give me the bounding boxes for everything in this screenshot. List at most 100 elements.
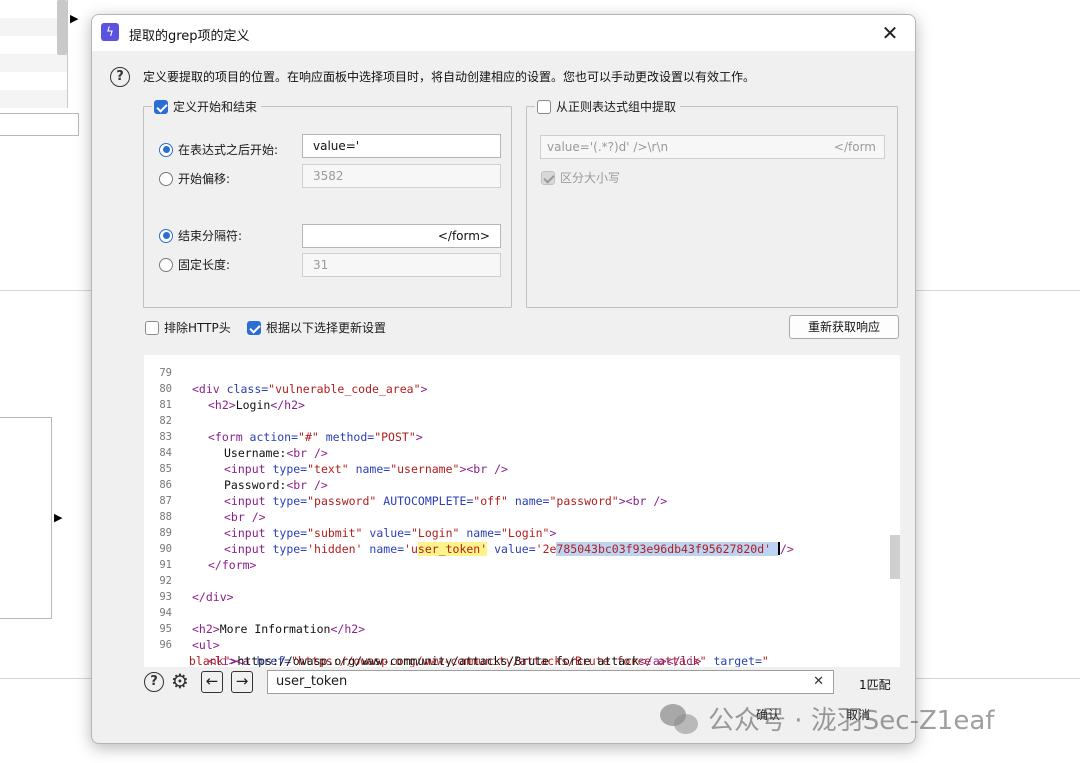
exclude-http-headers-checkbox[interactable]	[145, 320, 159, 335]
code-line: 91	[144, 541, 186, 571]
next-match-arrow-icon[interactable]: →	[231, 671, 253, 693]
background-input[interactable]	[0, 113, 79, 136]
end-delimiter-option[interactable]: 结束分隔符:	[159, 227, 242, 244]
code-line: 92 </div>	[144, 557, 233, 604]
background-panel	[0, 417, 52, 619]
code-text: </div>	[192, 590, 234, 604]
regex-field[interactable]: value='(.*?)d' />\r\n </form	[540, 135, 885, 159]
update-config-option[interactable]: 根据以下选择更新设置	[247, 319, 386, 336]
code-line: 81	[144, 381, 186, 411]
code-line: 88 <input type="submit" value="Login" na…	[144, 493, 556, 540]
code-line: _blank">https://owasp.org/www-community/…	[144, 637, 701, 667]
start-offset-field[interactable]: 3582	[302, 164, 501, 188]
title-bar: ϟ 提取的grep项的定义 ✕	[92, 15, 915, 51]
code-text: Password:<br />	[224, 478, 328, 492]
watermark-text: 公众号 · 泷羽Sec-Z1eaf	[708, 706, 995, 736]
search-value: user_token	[276, 674, 348, 689]
regex-group: 从正则表达式组中提取 value='(.*?)d' />\r\n </form …	[526, 98, 898, 308]
background-divider	[916, 290, 1080, 291]
exclude-http-headers-label: 排除HTTP头	[164, 321, 231, 335]
code-line: 95 <ul>	[144, 605, 219, 652]
background-scrollbar[interactable]	[57, 0, 67, 55]
search-input[interactable]: user_token ✕	[267, 670, 834, 694]
end-delimiter-field[interactable]: </form>	[302, 224, 501, 248]
start-after-label: 在表达式之后开始:	[178, 143, 279, 157]
code-text: <input type="text" name="username"><br /…	[224, 462, 508, 476]
code-line: 86 <input type="password" AUTOCOMPLETE="…	[144, 461, 667, 508]
expand-arrow-icon[interactable]: ▶	[54, 511, 62, 524]
burp-lightning-icon: ϟ	[101, 23, 119, 41]
dialog-title: 提取的grep项的定义	[129, 29, 250, 44]
regex-value: value='(.*?)d' />\r\n	[547, 140, 669, 154]
dialog-description: 定义要提取的项目的位置。在响应面板中选择项目时，将自动创建相应的设置。您也可以手…	[143, 70, 756, 84]
code-line: 87 <br />	[144, 477, 265, 524]
code-text: <br />	[224, 510, 266, 524]
code-text: Username:<br />	[224, 446, 328, 460]
define-start-end-label: 定义开始和结束	[173, 100, 258, 114]
previous-match-arrow-icon[interactable]: ←	[201, 671, 223, 693]
fixed-length-option[interactable]: 固定长度:	[159, 256, 230, 273]
code-text: </form>	[208, 558, 257, 572]
code-text: _blank">https://owasp.org/www-community/…	[182, 654, 702, 667]
start-after-option[interactable]: 在表达式之后开始:	[159, 141, 278, 158]
close-icon[interactable]: ✕	[877, 20, 903, 46]
end-delimiter-radio[interactable]	[159, 228, 173, 243]
define-start-end-toggle[interactable]: 定义开始和结束	[152, 98, 262, 115]
grep-extract-dialog: ϟ 提取的grep项的定义 ✕ ? 定义要提取的项目的位置。在响应面板中选择项目…	[91, 14, 916, 744]
code-line-selected: 89 <input type='hidden' name='user_token…	[144, 509, 794, 556]
code-text: <ul>	[192, 638, 220, 652]
wechat-logo-icon	[660, 702, 700, 736]
code-text: <input type='hidden' name='user_token' v…	[224, 542, 794, 556]
search-help-icon[interactable]: ?	[144, 672, 164, 692]
define-start-end-checkbox[interactable]	[154, 99, 168, 114]
regex-group-checkbox[interactable]	[537, 99, 551, 114]
code-line: 80 <h2>Login</h2>	[144, 365, 305, 412]
case-sensitive-checkbox[interactable]	[541, 170, 555, 185]
update-config-checkbox[interactable]	[247, 320, 261, 335]
code-text: <div class="vulnerable_code_area">	[192, 382, 428, 396]
code-line: 96 <li><a href="https://owasp.org/www-co…	[144, 621, 769, 667]
start-offset-option[interactable]: 开始偏移:	[159, 170, 230, 187]
start-after-radio[interactable]	[159, 142, 173, 157]
refetch-response-button[interactable]: 重新获取响应	[789, 315, 899, 339]
update-config-label: 根据以下选择更新设置	[266, 321, 387, 335]
code-line: 93	[144, 573, 186, 603]
code-line: 84 <input type="text" name="username"><b…	[144, 429, 508, 476]
regex-tail: </form	[833, 140, 876, 154]
case-sensitive-label: 区分大小写	[560, 171, 621, 185]
start-after-field[interactable]: value='	[302, 134, 501, 158]
case-sensitive-option[interactable]: 区分大小写	[541, 169, 620, 186]
match-count: 1匹配	[859, 678, 891, 692]
watermark: 公众号 · 泷羽Sec-Z1eaf	[660, 700, 994, 737]
exclude-http-headers-option[interactable]: 排除HTTP头	[145, 319, 231, 336]
response-code-view[interactable]: 79 <div class="vulnerable_code_area"> 80…	[144, 355, 900, 667]
define-start-end-group: 定义开始和结束 在表达式之后开始: value=' 开始偏移: 3582 结束分…	[143, 98, 512, 308]
gear-icon[interactable]: ⚙	[171, 671, 189, 691]
clear-search-icon[interactable]: ✕	[813, 671, 824, 693]
regex-group-label: 从正则表达式组中提取	[556, 100, 677, 114]
code-text: <form action="#" method="POST">	[208, 430, 423, 444]
code-line: 82 <form action="#" method="POST">	[144, 397, 422, 444]
fixed-length-label: 固定长度:	[178, 258, 231, 272]
expand-arrow-icon[interactable]: ▶	[70, 12, 78, 25]
code-line: 83 Username:<br />	[144, 413, 328, 460]
regex-group-toggle[interactable]: 从正则表达式组中提取	[535, 98, 681, 115]
code-line: 94 <h2>More Information</h2>	[144, 589, 365, 636]
start-offset-radio[interactable]	[159, 171, 173, 186]
end-delimiter-label: 结束分隔符:	[178, 229, 243, 243]
code-line: 97 <li><a href="	[144, 653, 186, 667]
fixed-length-field[interactable]: 31	[302, 253, 501, 277]
help-icon[interactable]: ?	[110, 67, 130, 87]
code-text: <input type="submit" value="Login" name=…	[224, 526, 557, 540]
code-text: <input type="password" AUTOCOMPLETE="off…	[224, 494, 668, 508]
background-divider	[0, 678, 91, 679]
background-divider	[0, 290, 91, 291]
code-line: 85 Password:<br />	[144, 445, 328, 492]
background-divider	[916, 678, 1080, 679]
code-line: 90 </form>	[144, 525, 256, 572]
code-text: <h2>Login</h2>	[208, 398, 305, 412]
start-offset-label: 开始偏移:	[178, 172, 231, 186]
fixed-length-radio[interactable]	[159, 257, 173, 272]
code-line: 79 <div class="vulnerable_code_area">	[144, 355, 427, 396]
code-scrollbar-thumb[interactable]	[890, 535, 900, 579]
